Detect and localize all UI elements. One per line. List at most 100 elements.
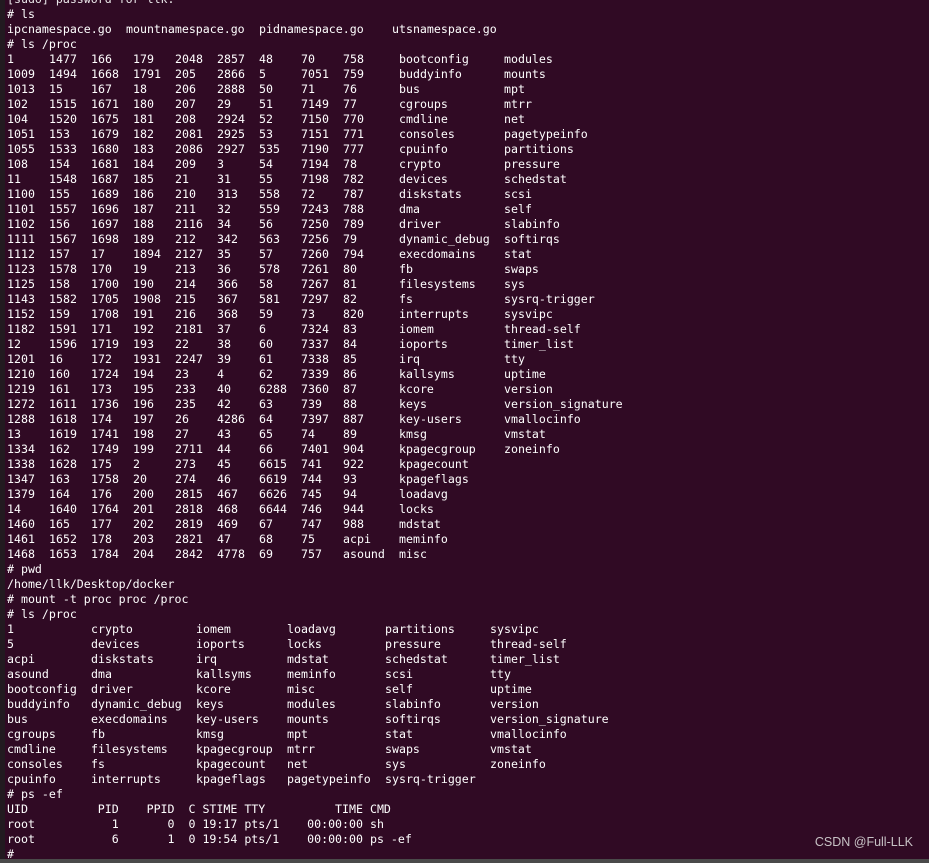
proc-entry: 904 [343,442,364,456]
proc-entry: sysvipc [504,307,553,321]
proc-entry: acpi [7,652,35,666]
proc-entry: 745 [301,487,322,501]
proc-entry: 1143 [7,292,35,306]
proc-entry: 366 [217,277,238,291]
proc-entry: timer_list [490,652,560,666]
proc-entry: 1675 [91,112,119,126]
proc-entry: 21 [175,172,189,186]
proc-entry: 6626 [259,487,287,501]
proc-entry: 1219 [7,382,35,396]
proc-entry: 162 [49,442,70,456]
proc-entry: 157 [49,247,70,261]
file-entry: ipcnamespace.go [7,22,112,36]
proc-entry: 17 [91,247,105,261]
proc-entry: 216 [175,307,196,321]
proc-listing-row: bus execdomains key-users mounts softirqs ver… [7,712,609,727]
proc-listing-row: 1112 157 17 1894 2127 35 57 7260 794 execdomains s… [7,247,532,262]
proc-listing-row: 1201 16 172 1931 2247 39 61 7338 85 irq tty [7,352,525,367]
proc-entry: 2927 [217,142,245,156]
proc-entry: 93 [343,472,357,486]
proc-entry: 72 [301,187,315,201]
proc-entry: 108 [7,157,28,171]
proc-entry: 1736 [91,397,119,411]
proc-entry: 1619 [49,427,77,441]
proc-entry: bootconfig [399,52,469,66]
proc-entry: 7401 [301,442,329,456]
proc-entry: 211 [175,202,196,216]
proc-entry: 198 [133,427,154,441]
proc-entry: cpuinfo [7,772,56,786]
proc-entry: 1347 [7,472,35,486]
proc-entry: 1640 [49,502,77,516]
proc-listing-row: 1100 155 1689 186 210 313 558 72 787 diskstats scs… [7,187,532,202]
proc-entry: 13 [7,427,21,441]
proc-entry: modules [287,697,336,711]
proc-entry: 7149 [301,97,329,111]
proc-listing-row: 13 1619 1741 198 27 43 65 74 89 kmsg vmstat [7,427,546,442]
proc-entry: timer_list [504,337,574,351]
proc-entry: 1101 [7,202,35,216]
proc-listing-row: 11 1548 1687 185 21 31 55 7198 782 devices schedst… [7,172,567,187]
proc-entry: loadavg [399,487,448,501]
proc-entry: 174 [91,412,112,426]
proc-entry: 744 [301,472,322,486]
proc-entry: 559 [259,202,280,216]
proc-entry: 165 [49,517,70,531]
proc-entry: net [504,112,525,126]
proc-entry: 200 [133,487,154,501]
proc-entry: 188 [133,217,154,231]
proc-entry: 922 [343,457,364,471]
proc-entry: 1468 [7,547,35,561]
proc-entry: 11 [7,172,21,186]
proc-entry: 68 [259,532,273,546]
proc-entry: 193 [133,337,154,351]
proc-entry: crypto [91,622,133,636]
proc-entry: 47 [217,532,231,546]
proc-entry: self [385,682,413,696]
proc-entry: 2048 [175,52,203,66]
proc-entry: 32 [217,202,231,216]
proc-entry: 186 [133,187,154,201]
proc-entry: 1689 [91,187,119,201]
terminal-window[interactable]: [sudo] password for llk: # ls ipcnamespa… [0,0,929,861]
proc-entry: 2818 [175,502,203,516]
proc-entry: 2815 [175,487,203,501]
proc-entry: 1111 [7,232,35,246]
proc-entry: ioports [399,337,448,351]
proc-entry: 43 [217,427,231,441]
proc-entry: 1591 [49,322,77,336]
proc-entry: asound [7,667,49,681]
proc-listing-row: 1101 1557 1696 187 211 32 559 7243 788 dma self [7,202,532,217]
proc-entry: 58 [259,277,273,291]
proc-entry: buddyinfo [399,67,462,81]
proc-entry: interrupts [91,772,161,786]
proc-entry: bootconfig [7,682,77,696]
proc-entry: mtrr [287,742,315,756]
proc-entry: 1596 [49,337,77,351]
proc-entry: 7150 [301,112,329,126]
proc-entry: 15 [49,82,63,96]
proc-entry: 175 [91,457,112,471]
proc-entry: 167 [91,82,112,96]
proc-entry: 789 [343,217,364,231]
proc-listing-row: 1102 156 1697 188 2116 34 56 7250 789 driver slabi… [7,217,560,232]
proc-listing-row: 1152 159 1708 191 216 368 59 73 820 interrupts sys… [7,307,553,322]
proc-entry: filesystems [91,742,168,756]
proc-entry: pagetypeinfo [287,772,371,786]
proc-entry: 71 [301,82,315,96]
proc-entry: swaps [504,262,539,276]
proc-entry: kmsg [399,427,427,441]
proc-entry: 746 [301,502,322,516]
proc-entry: 23 [175,367,189,381]
proc-entry: 1102 [7,217,35,231]
proc-listing-row: 1219 161 173 195 233 40 6288 7360 87 kcore version [7,382,553,397]
proc-entry: 60 [259,337,273,351]
proc-entry: 1758 [91,472,119,486]
proc-listing-row: 1051 153 1679 182 2081 2925 53 7151 771 consoles p… [7,127,588,142]
proc-entry: 87 [343,382,357,396]
proc-entry: 163 [49,472,70,486]
proc-entry: 88 [343,397,357,411]
proc-entry: 782 [343,172,364,186]
proc-entry: 1618 [49,412,77,426]
proc-entry: 27 [175,427,189,441]
